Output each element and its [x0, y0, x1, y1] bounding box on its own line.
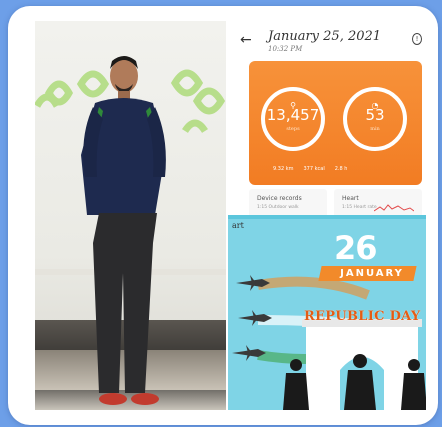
heart-rate-graph-icon [374, 204, 414, 212]
calories-stat: 377 kcal [303, 166, 325, 172]
activity-date: January 25, 2021 [268, 29, 382, 44]
timer-icon: ◔ [371, 101, 379, 110]
steps-unit: steps [286, 126, 300, 132]
device-records-card[interactable]: Device records 1:15 Outdoor walk [249, 189, 327, 215]
republic-day-graphic: art 26 JANUARY REPUBLIC DAY [228, 215, 426, 410]
device-records-title: Device records [257, 195, 302, 202]
distance-stat: 9.32 km [273, 166, 294, 172]
duration-unit: min [370, 126, 380, 132]
activity-time: 10:32 PM [268, 45, 303, 53]
person-photo [35, 21, 226, 410]
heart-sub: 1:15 Heart rate [342, 205, 377, 210]
day-number: 26 [334, 229, 378, 267]
shoe-icon: ⚲ [290, 101, 296, 110]
duration-ring: ◔ 53 min [343, 87, 407, 151]
activity-summary-panel: ⚲ 13,457 steps ◔ 53 min 9.32 km 377 kcal… [249, 61, 422, 185]
heart-title: Heart [342, 195, 359, 202]
person-illustration [35, 56, 226, 405]
stats-row: 9.32 km 377 kcal 2.8 h [273, 166, 347, 172]
heart-card[interactable]: Heart 1:15 Heart rate [334, 189, 422, 215]
fitness-app-screenshot: ← January 25, 2021 10:32 PM ! ⚲ 13,457 s… [228, 21, 426, 215]
time-stat: 2.8 h [334, 166, 348, 172]
month-label: JANUARY [340, 268, 404, 279]
info-icon[interactable]: ! [412, 33, 422, 45]
steps-ring: ⚲ 13,457 steps [261, 87, 325, 151]
republic-day-title: REPUBLIC DAY [304, 309, 421, 324]
back-arrow-icon[interactable]: ← [240, 32, 252, 48]
device-records-sub: 1:15 Outdoor walk [257, 205, 299, 210]
